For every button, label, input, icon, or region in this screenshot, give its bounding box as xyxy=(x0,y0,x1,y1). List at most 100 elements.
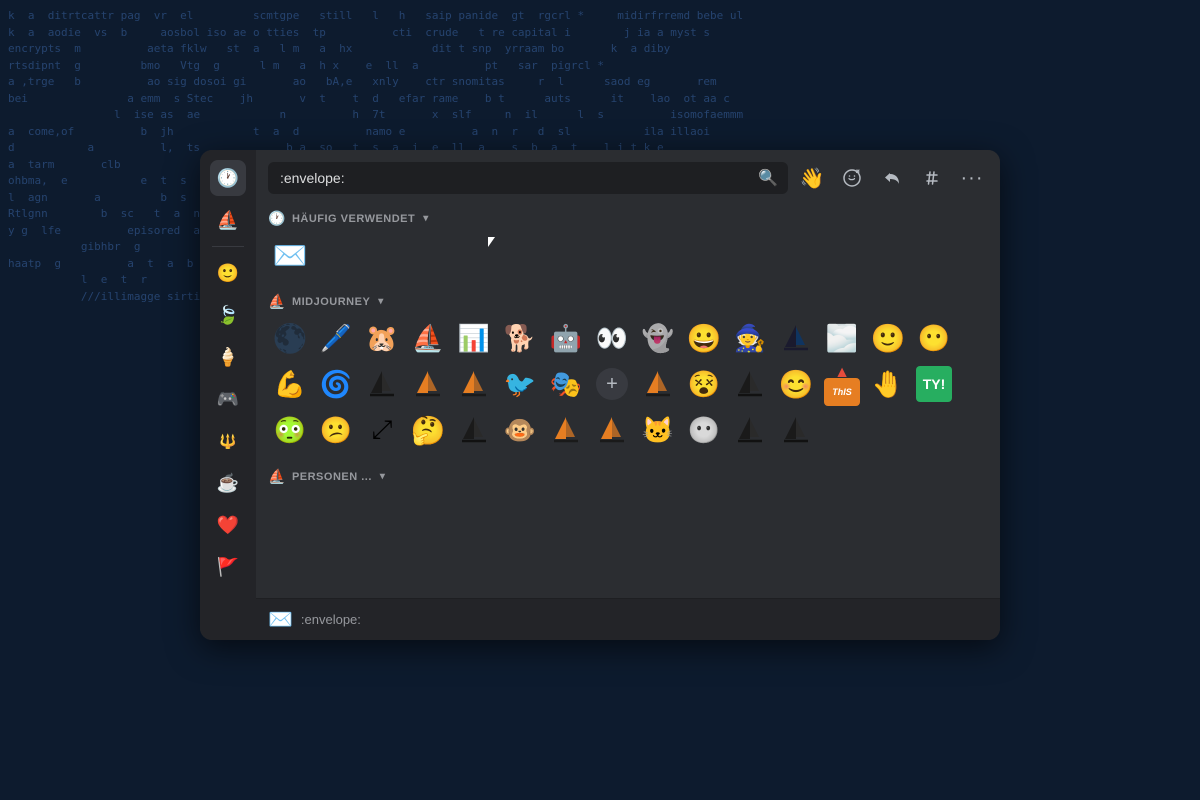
sidebar-icon-sailboat[interactable]: ⛵ xyxy=(210,202,246,238)
reply-button[interactable] xyxy=(876,162,908,194)
sidebar-icon-flag[interactable]: 🚩 xyxy=(210,549,246,585)
emoji-mj42[interactable] xyxy=(774,408,818,452)
sidebar-divider xyxy=(212,246,244,247)
wave-button[interactable]: 👋 xyxy=(796,162,828,194)
emoji-mj15[interactable]: 😶 xyxy=(912,316,956,360)
emoji-mj8[interactable]: 👀 xyxy=(590,316,634,360)
emoji-mj40[interactable]: 😶 xyxy=(682,408,726,452)
emoji-picker-window: 🕐 ⛵ 🙂 🍃 🍦 🎮 🔱 ☕ ❤️ 🚩 xyxy=(200,150,1000,640)
emoji-mj27[interactable]: 😊 xyxy=(774,362,818,406)
bottom-label: :envelope: xyxy=(301,612,361,627)
search-icon[interactable]: 🔍 xyxy=(758,168,778,188)
section-personen-label: PERSONEN ... xyxy=(292,471,372,483)
emoji-mj12[interactable] xyxy=(774,316,818,360)
emoji-ty[interactable]: TY! xyxy=(912,362,956,406)
plus-icon: + xyxy=(596,368,628,400)
emoji-mj18[interactable] xyxy=(360,362,404,406)
sidebar-icon-heart[interactable]: ❤️ xyxy=(210,507,246,543)
picker-main: 🔍 👋 ·· xyxy=(256,150,1000,640)
hashtag-button[interactable] xyxy=(916,162,948,194)
section-mj-icon: ⛵ xyxy=(268,293,286,310)
emoji-mj17[interactable]: 🌀 xyxy=(314,362,358,406)
emoji-mj14[interactable]: 🙂 xyxy=(866,316,910,360)
this-label: ThIS xyxy=(832,387,852,397)
arrow-up: ▲ xyxy=(834,364,850,382)
sidebar-icon-leaf[interactable]: 🍃 xyxy=(210,297,246,333)
bottom-envelope-icon: ✉️ xyxy=(268,607,293,632)
section-haufig-label: HÄUFIG VERWENDET xyxy=(292,213,415,225)
emoji-mj35[interactable] xyxy=(452,408,496,452)
emoji-mj26[interactable] xyxy=(728,362,772,406)
sidebar-icon-popsicle[interactable]: 🍦 xyxy=(210,339,246,375)
sidebar-icon-emoji[interactable]: 🙂 xyxy=(210,255,246,291)
sail-svg-4 xyxy=(457,413,491,447)
search-input[interactable] xyxy=(268,162,788,194)
emoji-grid-mj: 🌑 🖊️ 🐹 ⛵ 📊 🐕 🤖 xyxy=(268,316,988,452)
emoji-mj13[interactable]: 🌫️ xyxy=(820,316,864,360)
sidebar-icon-gamepad[interactable]: 🎮 xyxy=(210,381,246,417)
section-header-personen[interactable]: ⛵ PERSONEN ... ▾ xyxy=(268,460,988,491)
emoji-mj21[interactable]: 🐦 xyxy=(498,362,542,406)
emoji-mj25[interactable]: 😵 xyxy=(682,362,726,406)
section-header-midjourney[interactable]: ⛵ MIDJOURNEY ▾ xyxy=(268,285,988,316)
sidebar-icon-coffee[interactable]: ☕ xyxy=(210,465,246,501)
coffee-icon: ☕ xyxy=(217,473,239,494)
emoji-mj4[interactable]: ⛵ xyxy=(406,316,450,360)
leaf-icon: 🍃 xyxy=(217,305,239,326)
smile-icon: 🙂 xyxy=(217,263,239,284)
sail-svg-1 xyxy=(779,321,813,355)
envelope-emoji: ✉️ xyxy=(273,239,308,272)
emoji-mj16[interactable]: 💪 xyxy=(268,362,312,406)
emoji-mj7[interactable]: 🤖 xyxy=(544,316,588,360)
sail-orange-svg-5 xyxy=(595,413,629,447)
sail-svg-5 xyxy=(733,413,767,447)
flag-icon: 🚩 xyxy=(217,557,239,578)
sidebar-icon-recent[interactable]: 🕐 xyxy=(210,160,246,196)
emoji-mj2[interactable]: 🖊️ xyxy=(314,316,358,360)
emoji-mj3[interactable]: 🐹 xyxy=(360,316,404,360)
emoji-mj29[interactable]: 🤚 xyxy=(866,362,910,406)
emoji-grid-haufig: ✉️ xyxy=(268,233,988,277)
emoji-mj37[interactable] xyxy=(544,408,588,452)
section-haufig-chevron: ▾ xyxy=(423,213,429,224)
emoji-envelope[interactable]: ✉️ xyxy=(268,233,312,277)
emoji-mj1[interactable]: 🌑 xyxy=(268,316,312,360)
add-emoji-button[interactable] xyxy=(836,162,868,194)
section-personen-icon: ⛵ xyxy=(268,468,286,485)
sail-orange-svg-3 xyxy=(641,367,675,401)
sail-svg-3 xyxy=(733,367,767,401)
bottom-bar: ✉️ :envelope: xyxy=(256,598,1000,640)
emoji-mj10[interactable]: 😀 xyxy=(682,316,726,360)
emoji-mj20[interactable] xyxy=(452,362,496,406)
sail-orange-svg-4 xyxy=(549,413,583,447)
section-mj-chevron: ▾ xyxy=(378,296,384,307)
sailboat-icon: ⛵ xyxy=(217,210,239,231)
emoji-mj6[interactable]: 🐕 xyxy=(498,316,542,360)
emoji-mj5[interactable]: 📊 xyxy=(452,316,496,360)
search-container: 🔍 xyxy=(268,162,788,194)
section-header-haufig[interactable]: 🕐 HÄUFIG VERWENDET ▾ xyxy=(268,202,988,233)
emoji-mj9[interactable]: 👻 xyxy=(636,316,680,360)
emoji-mj31[interactable]: 😳 xyxy=(268,408,312,452)
more-button[interactable]: ··· xyxy=(956,162,988,194)
emoji-mj19[interactable] xyxy=(406,362,450,406)
emoji-area[interactable]: 🕐 HÄUFIG VERWENDET ▾ ✉️ ⛵ MIDJOURNEY ▾ 🌑 xyxy=(256,202,1000,598)
sail-svg-6 xyxy=(779,413,813,447)
emoji-this[interactable]: ▲ ThIS xyxy=(820,362,864,406)
sidebar-icon-submarine[interactable]: 🔱 xyxy=(210,423,246,459)
emoji-mj34[interactable]: 🤔 xyxy=(406,408,450,452)
emoji-mj24[interactable] xyxy=(636,362,680,406)
submarine-icon: 🔱 xyxy=(219,433,236,450)
emoji-mj33[interactable]: ⤢ xyxy=(360,408,404,452)
emoji-mj36[interactable]: 🐵 xyxy=(498,408,542,452)
emoji-mj11[interactable]: 🧙 xyxy=(728,316,772,360)
emoji-mj32[interactable]: 😕 xyxy=(314,408,358,452)
emoji-mj38[interactable] xyxy=(590,408,634,452)
emoji-plus[interactable]: + xyxy=(590,362,634,406)
section-personen-chevron: ▾ xyxy=(380,471,386,482)
emoji-mj22[interactable]: 🎭 xyxy=(544,362,588,406)
emoji-mj41[interactable] xyxy=(728,408,772,452)
gamepad-icon: 🎮 xyxy=(217,389,239,410)
hashtag-icon xyxy=(923,169,941,187)
emoji-mj39[interactable]: 🐱 xyxy=(636,408,680,452)
